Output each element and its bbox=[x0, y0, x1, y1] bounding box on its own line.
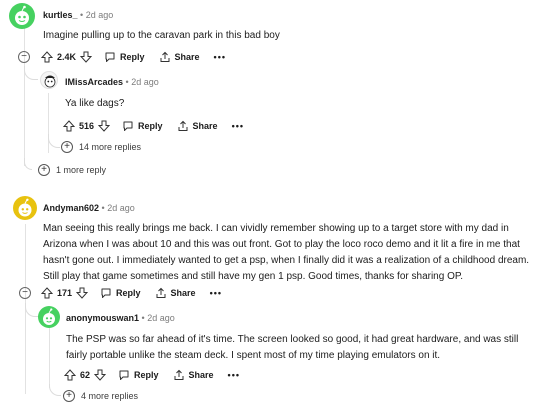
more-replies-link[interactable]: + 4 more replies bbox=[63, 390, 138, 402]
reply-button[interactable]: Reply bbox=[104, 51, 145, 63]
more-replies-link[interactable]: + 14 more replies bbox=[61, 141, 141, 153]
separator-dot: • bbox=[101, 203, 105, 213]
thread-line[interactable] bbox=[49, 326, 50, 388]
comment-text: Man seeing this really brings me back. I… bbox=[43, 223, 530, 282]
collapse-icon: − bbox=[21, 51, 27, 62]
downvote-icon[interactable] bbox=[98, 120, 111, 132]
share-label: Share bbox=[188, 370, 214, 380]
upvote-icon[interactable] bbox=[64, 369, 76, 381]
share-icon bbox=[156, 287, 166, 298]
share-button[interactable]: Share bbox=[155, 287, 196, 299]
downvote-icon[interactable] bbox=[80, 51, 93, 63]
downvote-icon[interactable] bbox=[76, 287, 89, 299]
comment-actions: 2.4K Reply Share ••• bbox=[41, 48, 226, 66]
comment-actions: 516 Reply Share ••• bbox=[63, 117, 244, 135]
thread-branch bbox=[24, 158, 32, 170]
avatar[interactable] bbox=[9, 3, 35, 29]
thread-branch bbox=[48, 134, 60, 148]
snoo-avatar-icon bbox=[18, 198, 32, 217]
comment-bubble-icon bbox=[105, 52, 115, 62]
avatar[interactable] bbox=[38, 306, 60, 328]
share-icon bbox=[174, 369, 184, 380]
share-label: Share bbox=[174, 52, 200, 62]
share-icon bbox=[178, 120, 188, 131]
more-replies-label: 4 more replies bbox=[81, 391, 139, 401]
expand-icon: + bbox=[61, 141, 73, 153]
thread-branch bbox=[49, 384, 61, 396]
timestamp[interactable]: 2d ago bbox=[147, 313, 175, 323]
downvote-icon[interactable] bbox=[94, 369, 107, 381]
thread-branch bbox=[24, 66, 38, 80]
vote-group: 516 bbox=[63, 120, 111, 132]
collapse-icon: − bbox=[22, 287, 28, 298]
upvote-icon[interactable] bbox=[41, 287, 53, 299]
upvote-icon[interactable] bbox=[41, 51, 53, 63]
vote-group: 62 bbox=[64, 369, 107, 381]
vote-count: 62 bbox=[80, 370, 91, 380]
comment-actions: 171 Reply Share ••• bbox=[41, 284, 222, 302]
reply-label: Reply bbox=[120, 52, 145, 62]
reply-label: Reply bbox=[116, 288, 141, 298]
separator-dot: • bbox=[141, 313, 145, 323]
overflow-menu-button[interactable]: ••• bbox=[210, 288, 222, 298]
avatar[interactable] bbox=[40, 71, 58, 89]
vote-group: 171 bbox=[41, 287, 89, 299]
vote-group: 2.4K bbox=[41, 51, 93, 63]
comment-bubble-icon bbox=[101, 288, 111, 298]
separator-dot: • bbox=[125, 77, 129, 87]
username[interactable]: Andyman602 bbox=[43, 203, 99, 213]
reply-label: Reply bbox=[134, 370, 159, 380]
timestamp[interactable]: 2d ago bbox=[107, 203, 135, 213]
comment-meta: anonymouswan1 • 2d ago bbox=[66, 313, 175, 323]
comment-text: Imagine pulling up to the caravan park i… bbox=[43, 30, 280, 41]
timestamp[interactable]: 2d ago bbox=[131, 77, 159, 87]
avatar[interactable] bbox=[13, 196, 37, 220]
share-button[interactable]: Share bbox=[177, 120, 218, 132]
timestamp[interactable]: 2d ago bbox=[86, 10, 114, 20]
comment-actions: 62 Reply Share ••• bbox=[64, 366, 240, 384]
username[interactable]: kurtles_ bbox=[43, 10, 78, 20]
thread-branch bbox=[25, 303, 39, 317]
snoo-avatar-icon bbox=[15, 5, 29, 25]
thread-line[interactable] bbox=[24, 26, 25, 166]
overflow-menu-button[interactable]: ••• bbox=[214, 52, 226, 62]
comment-bubble-icon bbox=[119, 370, 129, 380]
collapse-thread-button[interactable]: − bbox=[18, 51, 30, 63]
share-label: Share bbox=[192, 121, 218, 131]
thread-line[interactable] bbox=[48, 93, 49, 153]
upvote-icon[interactable] bbox=[63, 120, 75, 132]
reply-button[interactable]: Reply bbox=[100, 287, 141, 299]
share-button[interactable]: Share bbox=[173, 369, 214, 381]
vote-count: 171 bbox=[57, 288, 73, 298]
comment-meta: kurtles_ • 2d ago bbox=[43, 10, 113, 20]
overflow-menu-button[interactable]: ••• bbox=[228, 370, 240, 380]
expand-icon: + bbox=[63, 390, 75, 402]
username[interactable]: IMissArcades bbox=[65, 77, 123, 87]
comment-meta: IMissArcades • 2d ago bbox=[65, 77, 159, 87]
more-replies-link[interactable]: + 1 more reply bbox=[38, 164, 106, 176]
share-icon bbox=[160, 51, 170, 62]
snoo-avatar-icon bbox=[44, 75, 56, 88]
overflow-menu-button[interactable]: ••• bbox=[232, 121, 244, 131]
share-button[interactable]: Share bbox=[159, 51, 200, 63]
share-label: Share bbox=[170, 288, 196, 298]
snoo-avatar-icon bbox=[43, 308, 55, 325]
username[interactable]: anonymouswan1 bbox=[66, 313, 139, 323]
more-replies-label: 14 more replies bbox=[79, 142, 142, 152]
vote-count: 2.4K bbox=[57, 52, 77, 62]
reply-button[interactable]: Reply bbox=[118, 369, 159, 381]
comment-bubble-icon bbox=[123, 121, 133, 131]
separator-dot: • bbox=[80, 10, 84, 20]
reply-label: Reply bbox=[138, 121, 163, 131]
comment-meta: Andyman602 • 2d ago bbox=[43, 203, 135, 213]
comment-text: The PSP was so far ahead of it's time. T… bbox=[66, 334, 519, 361]
reply-button[interactable]: Reply bbox=[122, 120, 163, 132]
expand-icon: + bbox=[38, 164, 50, 176]
vote-count: 516 bbox=[79, 121, 95, 131]
more-replies-label: 1 more reply bbox=[56, 165, 107, 175]
comment-text: Ya like dags? bbox=[65, 98, 125, 109]
collapse-thread-button[interactable]: − bbox=[19, 287, 31, 299]
